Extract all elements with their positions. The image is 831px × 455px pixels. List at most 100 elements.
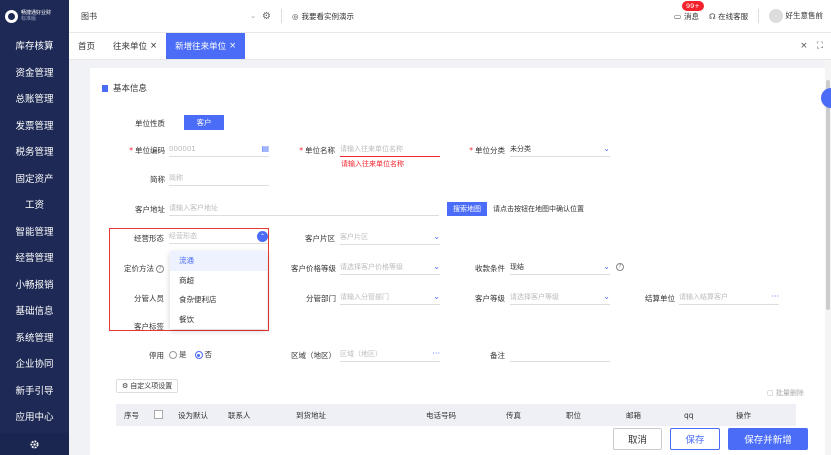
radio-icon xyxy=(169,351,177,359)
section-marker-icon xyxy=(102,84,108,92)
tab-new-partner[interactable]: 新增往来单位 × xyxy=(166,33,246,59)
unit-category-value: 未分类 xyxy=(510,144,531,153)
chevron-down-icon: ⌄ xyxy=(603,292,610,301)
dropdown-option[interactable]: 流通 xyxy=(170,251,267,271)
search-settings-icon[interactable]: ⚙ xyxy=(262,11,271,22)
sidebar-item-basic-info[interactable]: 基础信息 xyxy=(0,297,69,324)
demo-link[interactable]: ◎ 我要看实例演示 xyxy=(292,11,354,22)
online-service-label: 在线客服 xyxy=(718,11,749,21)
save-button[interactable]: 保存 xyxy=(670,428,720,450)
tab-partners[interactable]: 往来单位 × xyxy=(104,33,166,59)
page-scrollbar[interactable] xyxy=(825,60,831,455)
scrollbar-thumb[interactable] xyxy=(826,80,830,310)
collect-terms-value: 现结 xyxy=(510,262,524,271)
grade-select[interactable]: 请选择客户等级 ⌄ xyxy=(510,289,610,305)
unit-type-label: 单位性质 xyxy=(135,119,165,128)
price-level-label: 客户价格等级 xyxy=(291,264,336,273)
unit-name-label-text: 单位名称 xyxy=(305,146,335,155)
address-input[interactable]: 请输入客户地址 xyxy=(169,200,439,216)
sidebar-item-guide[interactable]: 新手引导 xyxy=(0,377,69,404)
user-menu[interactable]: 好生意售前 xyxy=(769,9,823,23)
short-name-input[interactable]: 简称 xyxy=(169,170,269,186)
online-service-button[interactable]: ☊ 在线客服 xyxy=(709,11,748,22)
search-map-button[interactable]: 搜索地图 xyxy=(447,202,487,216)
dropdown-option[interactable]: 餐饮 xyxy=(170,310,267,330)
unit-category-label-text: 单位分类 xyxy=(475,146,505,155)
sidebar-item-smart[interactable]: 智能管理 xyxy=(0,218,69,245)
settle-input[interactable]: 请输入结算客户 ··· xyxy=(679,289,779,305)
header-divider-2 xyxy=(758,9,760,23)
cancel-button[interactable]: 取消 xyxy=(613,428,662,450)
unit-code-label-text: 单位编码 xyxy=(135,146,165,155)
chevron-down-icon: ⌄ xyxy=(433,292,440,301)
custom-fields-label: 自定义项设置 xyxy=(130,382,173,390)
close-all-icon[interactable]: × xyxy=(800,41,808,51)
sidebar-item-salary[interactable]: 工资 xyxy=(0,191,69,218)
sidebar-item-tax[interactable]: 税务管理 xyxy=(0,138,69,165)
price-level-placeholder: 请选择客户价格等级 xyxy=(340,262,403,271)
sidebar-item-fixed-assets[interactable]: 固定资产 xyxy=(0,165,69,192)
batch-delete-button[interactable]: ▢ 批量删除 xyxy=(767,388,804,398)
sidebar-item-expense[interactable]: 小畅报销 xyxy=(0,271,69,298)
area-input[interactable]: 区域（地区） ··· xyxy=(340,346,440,362)
disabled-yes-radio[interactable]: 是 xyxy=(169,349,187,360)
sidebar-item-invoice[interactable]: 发票管理 xyxy=(0,112,69,139)
collect-terms-select[interactable]: 现结 ⌄ xyxy=(510,259,610,275)
disabled-radio-group: 是 否 xyxy=(169,349,212,360)
unit-name-label: * 单位名称 xyxy=(299,146,335,155)
disabled-no-radio[interactable]: 否 xyxy=(194,349,212,360)
sidebar-item-ledger[interactable]: 总账管理 xyxy=(0,85,69,112)
chevron-down-icon: ⌄ xyxy=(603,262,610,271)
messages-label: 消息 xyxy=(684,11,700,21)
more-icon[interactable]: ··· xyxy=(771,292,779,301)
sidebar-item-operations[interactable]: 经营管理 xyxy=(0,244,69,271)
sidebar-item-funds[interactable]: 资金管理 xyxy=(0,59,69,86)
code-generate-icon[interactable]: ▤ xyxy=(261,144,269,153)
message-icon: ▭ xyxy=(673,11,682,21)
radio-checked-icon xyxy=(194,351,203,359)
unit-category-select[interactable]: 未分类 ⌄ xyxy=(510,141,610,157)
messages-badge: 99+ xyxy=(681,0,704,11)
form-card: 基本信息 单位性质 客户 * 单位编码 000001 ▤ * 单位名称 请输入往来单… xyxy=(90,68,825,455)
settle-placeholder: 请输入结算客户 xyxy=(679,292,728,301)
more-icon[interactable]: ··· xyxy=(432,349,440,358)
unit-code-input[interactable]: 000001 ▤ xyxy=(169,141,269,157)
unit-name-input[interactable]: 请输入往来单位名称 xyxy=(340,141,440,157)
sidebar-item-collab[interactable]: 企业协同 xyxy=(0,350,69,377)
col-contact: 联系人 xyxy=(228,410,251,420)
settings-gear-button[interactable] xyxy=(0,433,69,455)
tab-home[interactable]: 首页 xyxy=(69,33,104,59)
remark-input[interactable] xyxy=(510,346,610,362)
search-type-select[interactable]: 图书 ⌄ xyxy=(81,11,256,22)
unit-category-label: * 单位分类 xyxy=(469,146,505,155)
sidebar-item-apps[interactable]: 应用中心 xyxy=(0,403,69,430)
select-all-checkbox[interactable] xyxy=(154,410,163,421)
tab-new-partner-label: 新增往来单位 xyxy=(175,42,227,52)
grade-label: 客户等级 xyxy=(475,294,505,303)
app-logo[interactable]: 畅捷通好业财 标准版 xyxy=(0,0,69,32)
custom-fields-button[interactable]: ⚙ 自定义项设置 xyxy=(116,379,179,393)
close-icon[interactable]: × xyxy=(229,41,236,51)
dept-placeholder: 请输入分管部门 xyxy=(340,292,389,301)
dept-select[interactable]: 请输入分管部门 ⌄ xyxy=(340,289,440,305)
address-placeholder: 请输入客户地址 xyxy=(169,203,218,212)
save-and-new-button[interactable]: 保存并新增 xyxy=(728,428,808,450)
col-position: 职位 xyxy=(566,410,581,420)
dropdown-option[interactable]: 商超 xyxy=(170,271,267,291)
region-select[interactable]: 客户片区 ⌄ xyxy=(340,229,440,245)
close-icon[interactable]: × xyxy=(150,41,157,51)
collect-help-icon[interactable]: ? xyxy=(616,263,624,271)
fullscreen-icon[interactable]: ⛶ xyxy=(817,41,823,51)
unit-type-customer-button[interactable]: 客户 xyxy=(184,115,224,130)
gear-icon xyxy=(30,439,39,449)
dropdown-option[interactable]: 食杂便利店 xyxy=(170,290,267,310)
section-title: 基本信息 xyxy=(102,82,147,94)
header-divider xyxy=(280,9,282,23)
sidebar-item-system[interactable]: 系统管理 xyxy=(0,324,69,351)
price-level-select[interactable]: 请选择客户价格等级 ⌄ xyxy=(340,259,440,275)
logo-icon xyxy=(5,9,18,23)
sidebar-item-inventory[interactable]: 库存核算 xyxy=(0,32,69,59)
messages-button[interactable]: ▭ 消息 99+ xyxy=(673,0,704,22)
business-form-dropdown: 流通 商超 食杂便利店 餐饮 xyxy=(170,251,267,329)
short-name-placeholder: 简称 xyxy=(169,173,183,182)
